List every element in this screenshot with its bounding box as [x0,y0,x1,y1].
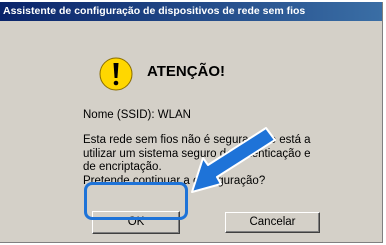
arrow-pointer-icon [191,127,276,193]
